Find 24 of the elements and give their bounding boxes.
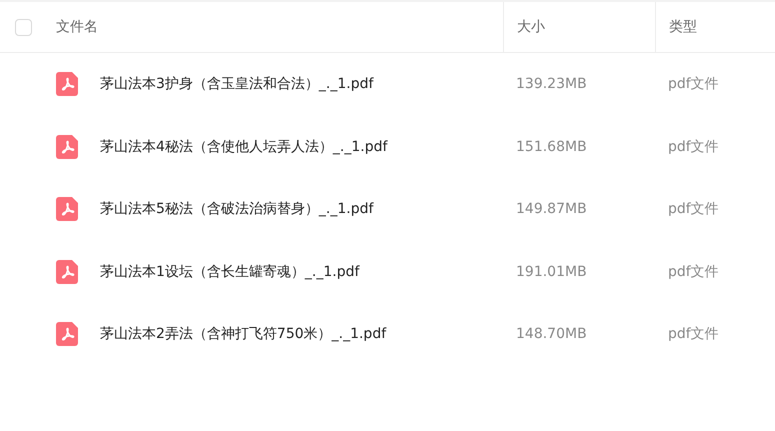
file-type: pdf文件 xyxy=(668,138,719,156)
select-all-checkbox[interactable] xyxy=(15,18,32,36)
file-type: pdf文件 xyxy=(668,200,719,218)
file-size: 149.87MB xyxy=(516,201,587,218)
column-header[interactable]: 类型 xyxy=(669,18,697,36)
file-name[interactable]: 茅山法本4秘法（含使他人坛弄人法）_._1.pdf xyxy=(100,138,388,156)
column-header[interactable]: 文件名 xyxy=(56,18,98,36)
file-size: 151.68MB xyxy=(516,138,587,155)
pdf-file-icon xyxy=(56,72,80,96)
file-name[interactable]: 茅山法本1设坛（含长生罐寄魂）_._1.pdf xyxy=(100,262,360,281)
column-header[interactable]: 大小 xyxy=(517,18,545,36)
file-type: pdf文件 xyxy=(668,75,719,94)
file-size: 148.70MB xyxy=(516,326,587,342)
file-name[interactable]: 茅山法本2弄法（含神打飞符750米）_._1.pdf xyxy=(100,325,386,344)
file-type: pdf文件 xyxy=(668,325,719,344)
pdf-file-icon xyxy=(56,134,80,159)
file-name[interactable]: 茅山法本3护身（含玉皇法和合法）_._1.pdf xyxy=(100,75,374,94)
file-type: pdf文件 xyxy=(668,262,719,281)
pdf-file-icon xyxy=(56,322,80,346)
file-size: 139.23MB xyxy=(516,76,587,92)
file-name[interactable]: 茅山法本5秘法（含破法治病替身）_._1.pdf xyxy=(100,200,374,218)
file-size: 191.01MB xyxy=(516,264,587,280)
pdf-file-icon xyxy=(56,260,80,284)
pdf-file-icon xyxy=(56,197,80,222)
